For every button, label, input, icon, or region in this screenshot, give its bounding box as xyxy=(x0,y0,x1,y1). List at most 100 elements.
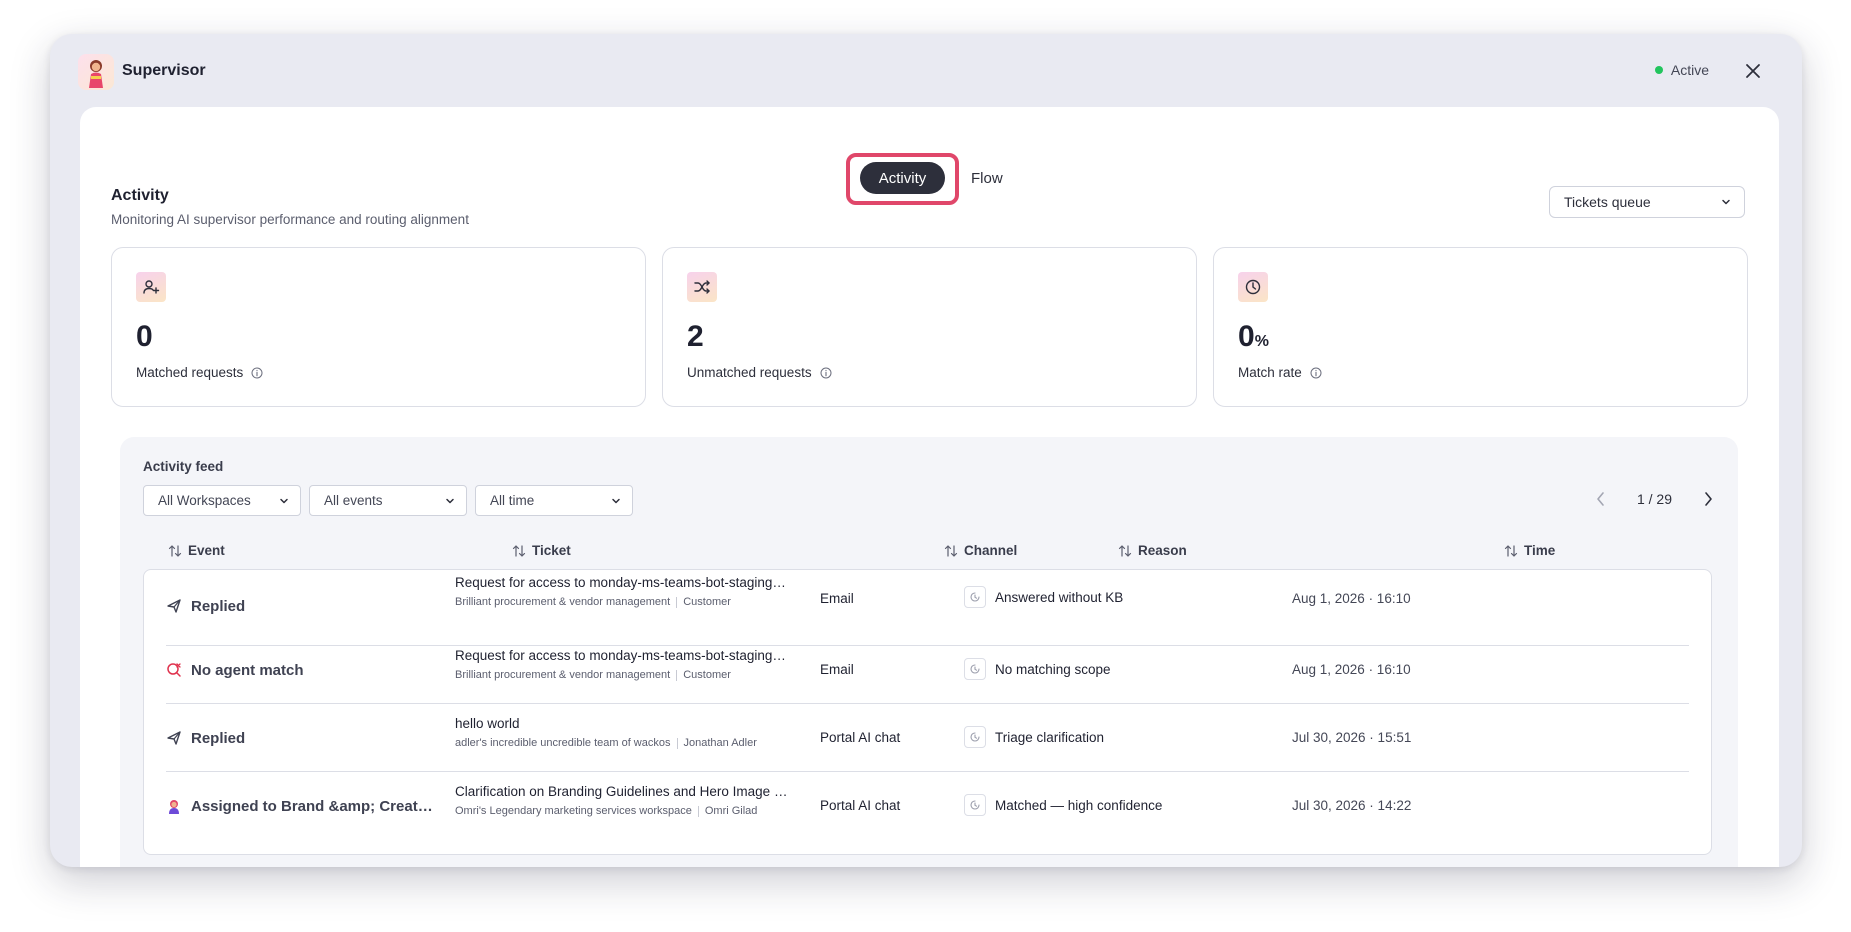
reason-cell: Triage clarification xyxy=(964,726,1104,748)
channel-cell: Portal AI chat xyxy=(820,730,901,745)
reason-label: Triage clarification xyxy=(995,729,1105,745)
prev-page-button[interactable] xyxy=(1591,489,1611,509)
event-cell: Replied xyxy=(166,570,246,646)
table-row[interactable]: No agent match Request for access to mon… xyxy=(144,636,1711,704)
next-page-button[interactable] xyxy=(1698,489,1718,509)
info-icon[interactable] xyxy=(1310,367,1322,379)
queue-dropdown[interactable]: Tickets queue xyxy=(1549,186,1745,218)
reason-label: No matching scope xyxy=(995,661,1111,677)
ticket-title: hello world xyxy=(455,716,520,731)
chevron-down-icon xyxy=(280,498,288,504)
table-row[interactable]: Replied hello world adler's incredible u… xyxy=(144,704,1711,772)
ticket-title: Clarification on Branding Guidelines and… xyxy=(455,784,790,799)
stat-label: Unmatched requests xyxy=(687,365,832,380)
info-icon[interactable] xyxy=(251,367,263,379)
time-cell: Jul 30, 2026 · 15:51 xyxy=(1292,730,1412,745)
clock-icon xyxy=(1238,272,1268,302)
sort-icon xyxy=(168,544,182,557)
supervisor-window: Supervisor Active Activity Flow Activity… xyxy=(50,34,1802,867)
window-header: Supervisor Active xyxy=(50,34,1802,106)
agent-avatar-icon xyxy=(169,800,179,814)
pagination: 1 / 29 xyxy=(1591,489,1718,509)
stat-value: 0 xyxy=(136,320,153,353)
ticket-workspace: adler's incredible uncredible team of wa… xyxy=(455,737,671,749)
supervisor-avatar xyxy=(78,54,114,90)
ticket-cell: hello world adler's incredible uncredibl… xyxy=(455,716,790,749)
ticket-meta: Brilliant procurement & vendor managemen… xyxy=(455,596,790,608)
ticket-workspace: Brilliant procurement & vendor managemen… xyxy=(455,596,671,608)
close-icon xyxy=(1746,64,1760,78)
time-cell: Aug 1, 2026 · 16:10 xyxy=(1292,591,1411,606)
ticket-title: Request for access to monday-ms-teams-bo… xyxy=(455,648,790,663)
activity-feed: Activity feed All Workspaces All events … xyxy=(120,437,1738,867)
stat-value: 0% xyxy=(1238,320,1269,353)
shuffle-icon xyxy=(687,272,717,302)
active-dot-icon xyxy=(1654,66,1663,74)
column-header-event[interactable]: Event xyxy=(168,543,225,558)
tab-activity[interactable]: Activity xyxy=(860,162,945,194)
column-header-time[interactable]: Time xyxy=(1504,543,1555,558)
ticket-cell: Request for access to monday-ms-teams-bo… xyxy=(455,575,790,608)
column-header-channel[interactable]: Channel xyxy=(944,543,1017,558)
ticket-person: Jonathan Adler xyxy=(683,737,757,749)
table-row[interactable]: Assigned to Brand &amp; Creative Service… xyxy=(144,772,1711,854)
time-cell: Jul 30, 2026 · 14:22 xyxy=(1292,798,1412,813)
window-title: Supervisor xyxy=(122,62,206,79)
sort-icon xyxy=(512,544,526,557)
user-plus-icon xyxy=(136,272,166,302)
column-header-reason[interactable]: Reason xyxy=(1118,543,1187,558)
feed-title: Activity feed xyxy=(143,459,224,474)
stat-label: Matched requests xyxy=(136,365,263,380)
ticket-cell: Request for access to monday-ms-teams-bo… xyxy=(455,648,790,681)
ticket-title: Request for access to monday-ms-teams-bo… xyxy=(455,575,790,590)
tab-flow[interactable]: Flow xyxy=(971,170,1003,187)
workspace-filter-value: All Workspaces xyxy=(158,493,251,508)
event-label: Replied xyxy=(191,729,246,747)
stat-card-match-rate: 0% Match rate xyxy=(1213,247,1748,407)
time-cell: Aug 1, 2026 · 16:10 xyxy=(1292,662,1411,677)
ticket-meta: adler's incredible uncredible team of wa… xyxy=(455,737,790,749)
send-icon xyxy=(167,731,181,745)
channel-cell: Email xyxy=(820,591,854,606)
ticket-meta: Brilliant procurement & vendor managemen… xyxy=(455,669,790,681)
reason-icon xyxy=(964,794,986,816)
event-label: No agent match xyxy=(191,661,304,679)
reason-cell: Answered without KB xyxy=(964,586,1123,608)
search-x-icon xyxy=(167,663,181,677)
events-filter[interactable]: All events xyxy=(309,485,467,516)
column-header-ticket[interactable]: Ticket xyxy=(512,543,571,558)
chevron-left-icon xyxy=(1597,492,1604,506)
queue-dropdown-value: Tickets queue xyxy=(1564,194,1651,210)
workspace-filter[interactable]: All Workspaces xyxy=(143,485,301,516)
event-cell: Replied xyxy=(166,704,245,772)
reason-label: Answered without KB xyxy=(995,589,1124,605)
chevron-down-icon xyxy=(1722,199,1730,205)
time-filter[interactable]: All time xyxy=(475,485,633,516)
view-tabs: Activity Flow xyxy=(846,153,1003,205)
event-label: Replied xyxy=(191,597,246,615)
ticket-meta: Omri's Legendary marketing services work… xyxy=(455,805,790,817)
chevron-right-icon xyxy=(1705,492,1712,506)
reason-label: Matched — high confidence xyxy=(995,797,1163,813)
reason-icon xyxy=(964,726,986,748)
ticket-cell: Clarification on Branding Guidelines and… xyxy=(455,784,790,817)
close-button[interactable] xyxy=(1740,58,1766,84)
info-icon[interactable] xyxy=(820,367,832,379)
channel-cell: Portal AI chat xyxy=(820,798,901,813)
events-filter-value: All events xyxy=(324,493,383,508)
page-indicator: 1 / 29 xyxy=(1636,491,1672,507)
sort-icon xyxy=(1118,544,1132,557)
event-label: Assigned to Brand &amp; Creative Service… xyxy=(191,797,436,815)
status-indicator: Active xyxy=(1654,62,1709,78)
reason-icon xyxy=(964,586,986,608)
page-title: Activity xyxy=(111,187,169,204)
ticket-person: Omri Gilad xyxy=(704,805,758,817)
reason-cell: Matched — high confidence xyxy=(964,794,1162,816)
event-cell: No agent match xyxy=(166,636,304,704)
table-row[interactable]: Replied Request for access to monday-ms-… xyxy=(144,570,1711,646)
page-subtitle: Monitoring AI supervisor performance and… xyxy=(111,212,469,227)
reason-icon xyxy=(964,658,986,680)
ticket-workspace: Omri's Legendary marketing services work… xyxy=(455,805,692,817)
event-cell: Assigned to Brand &amp; Creative Service… xyxy=(166,772,436,840)
ticket-person: Customer xyxy=(683,669,731,681)
